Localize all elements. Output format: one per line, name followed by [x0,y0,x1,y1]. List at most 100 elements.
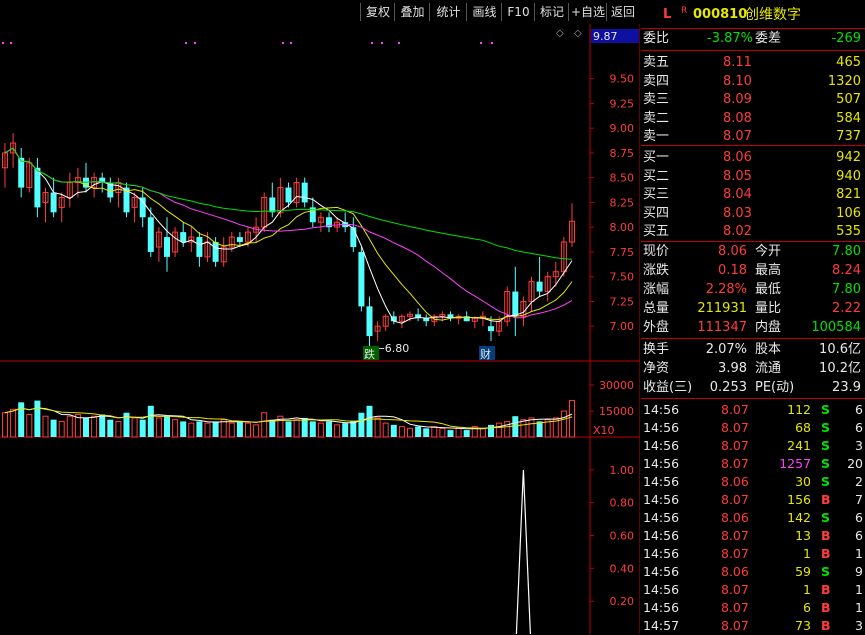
toolbar-btn-6[interactable]: +自选 [568,3,607,21]
volume-bar [520,419,527,438]
toolbar-btn-5[interactable]: 标记 [534,3,569,21]
candle-body [236,237,243,243]
weibi-label: 委比 [643,31,670,46]
ask-row: 卖一 8.07 737 [641,128,865,146]
ask-price: 8.11 [723,55,752,70]
ask-volume: 465 [836,55,861,70]
volume-axis-label: 15000 [599,405,634,418]
tick-count: 6 [855,510,863,525]
tick-row: 14:56 8.06 142 S 6 [641,509,865,527]
volume-bar [2,412,8,438]
diamond-icon: ◇ [574,28,582,39]
volume-bar [139,419,146,437]
ma-line-10 [4,147,573,321]
toolbar-btn-2[interactable]: 统计 [429,3,467,21]
low-price-annotation: ←6.80 [376,342,410,355]
volume-bar [569,400,575,438]
candle-body [147,217,154,252]
tick-price: 8.07 [721,492,749,507]
volume-bar [447,430,454,437]
volume-bar [180,421,187,437]
tick-volume: 73 [795,618,811,633]
volume-bar [99,414,106,437]
tick-price: 8.07 [721,438,749,453]
candle-body [358,251,365,307]
indicator-axis-label: 0.60 [610,530,635,543]
volume-bar [431,426,438,438]
tick-price: 8.07 [721,546,749,561]
stat-row: 外盘 111347 内盘 100584 [641,319,865,337]
ask-price: 8.08 [723,110,752,126]
event-dot [480,42,482,44]
stat-row: 总量 211931 量比 2.22 [641,300,865,318]
stat-value: 7.80 [832,244,861,259]
event-dot [185,42,187,44]
tick-side: S [821,564,831,579]
tick-row: 14:56 8.06 30 S 2 [641,473,865,491]
price-axis-label: 8.75 [610,147,635,160]
price-axis-label: 8.25 [610,196,635,209]
toolbar-btn-3[interactable]: 画线 [466,3,502,21]
tick-price: 8.07 [721,582,749,597]
indicator-axis-label: 0.40 [610,562,635,575]
kline-chart[interactable]: 9.50 9.25 9.00 8.75 8.50 8.25 8.00 7.75 7.50 7.25… [0,24,640,634]
volume-bar [536,421,543,437]
candle-body [285,187,292,203]
tick-time: 14:56 [643,510,680,525]
toolbar-btn-0[interactable]: 复权 [360,3,395,21]
stat-label: 涨跌 [643,263,670,278]
ask-label: 卖二 [643,110,670,126]
tick-volume: 59 [795,564,811,579]
tick-time: 14:56 [643,456,680,471]
tick-time: 14:56 [643,546,680,561]
ma-line-20 [4,147,573,319]
volume-unit: X10 [593,424,615,437]
bid-price: 8.04 [723,187,752,202]
toolbar-btn-7[interactable]: 返回 [606,3,639,21]
stat-label: 外盘 [643,320,670,335]
ask-label: 卖一 [643,129,670,144]
toolbar-btn-4[interactable]: F10 [501,3,535,21]
tick-count: 2 [855,474,863,489]
toolbar-btn-1[interactable]: 叠加 [394,3,430,21]
stat2-label: 换手 [643,342,670,357]
tick-count: 1 [855,600,863,615]
volume-bar [390,424,397,437]
stat-row: 涨幅 2.28% 最低 7.80 [641,281,865,299]
volume-bar [245,422,251,438]
tick-volume: 142 [787,510,811,525]
volume-bar [83,417,89,437]
candle-body [139,197,146,218]
bid-row: 买二 8.05 940 [641,168,865,186]
weicha-value: -269 [831,31,861,46]
weibi-value: -3.87% [707,31,753,46]
event-dot [282,42,284,44]
tick-row: 14:56 8.07 13 B 6 [641,527,865,545]
price-axis-label: 9.50 [610,73,635,86]
volume-bar [155,417,162,438]
tick-side: B [821,528,831,543]
stat2-value: 0.253 [709,380,747,395]
tick-count: 6 [855,402,863,417]
ask-label: 卖五 [643,55,670,70]
tick-row: 14:56 8.07 112 S 6 [641,401,865,419]
weibi-row: 委比 -3.87% 委差 -269 [641,30,865,48]
bid-volume: 942 [836,150,861,165]
flag-l: L [663,7,672,22]
stock-name: 创维数字 [745,7,801,23]
stat2-label: 收益(三) [643,380,693,395]
volume-bar [398,426,405,438]
event-dot [491,42,493,44]
volume-bar [423,428,430,437]
tick-row: 14:56 8.07 68 S 6 [641,419,865,437]
candle-body [196,237,203,257]
volume-bar [301,417,308,437]
stat-row: 现价 8.06 今开 7.80 [641,243,865,261]
bid-row: 买五 8.02 535 [641,223,865,241]
volume-bar [34,400,41,437]
volume-bar [342,423,349,437]
indicator-axis-label: 0.20 [610,595,635,608]
price-top-label: 9.87 [593,30,618,43]
tick-side: B [821,582,831,597]
volume-bar [334,424,341,438]
